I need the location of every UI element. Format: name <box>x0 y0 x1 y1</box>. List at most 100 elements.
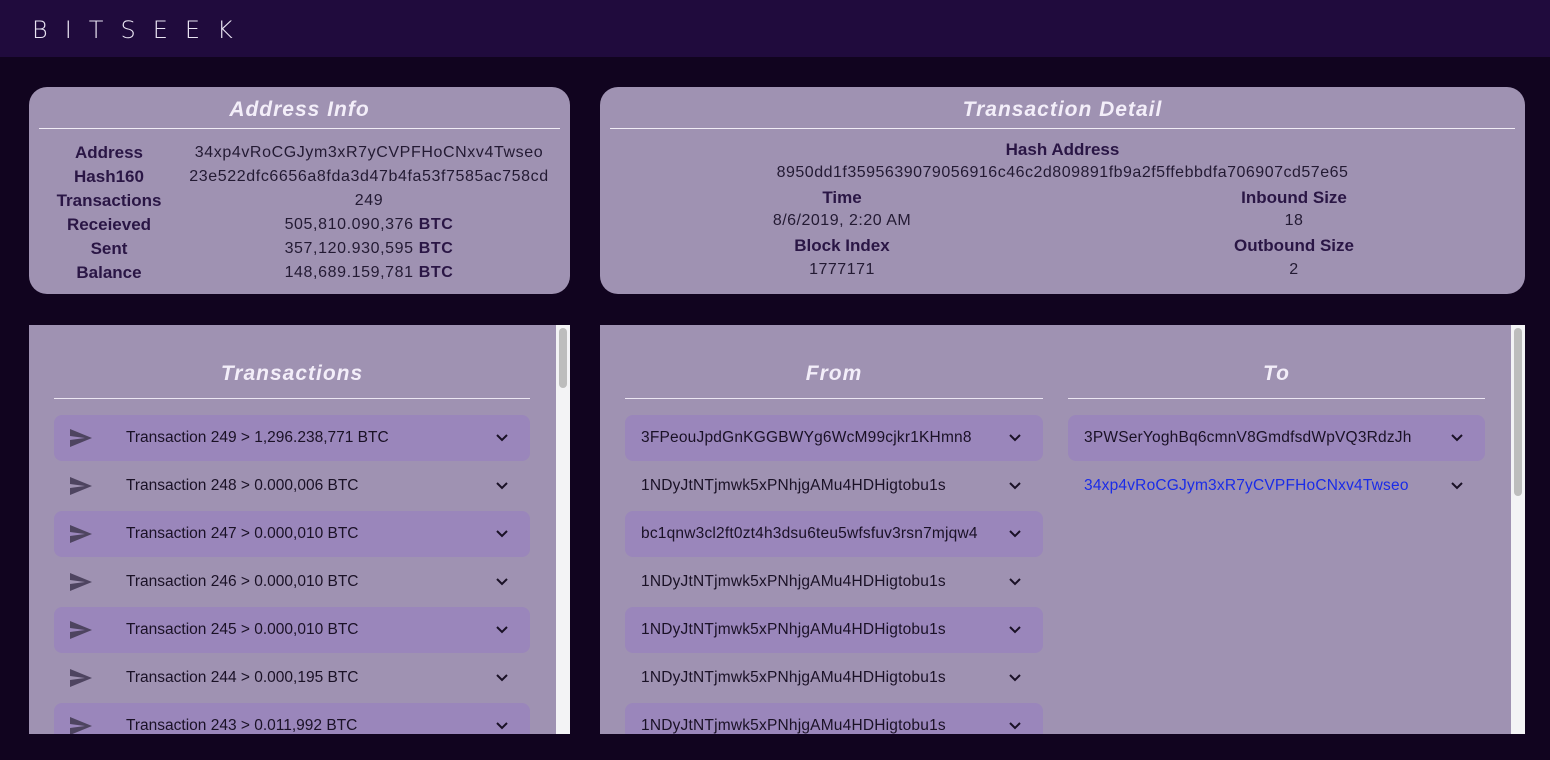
title-divider <box>39 128 560 129</box>
transaction-label: Transaction 245 > 0.000,010 BTC <box>126 621 359 638</box>
transaction-item[interactable]: Transaction 247 > 0.000,010 BTC <box>54 511 530 557</box>
from-address-label: 1NDyJtNTjmwk5xPNhjgAMu4HDHigtobu1s <box>641 477 946 494</box>
transaction-item[interactable]: Transaction 246 > 0.000,010 BTC <box>54 559 530 605</box>
send-icon <box>70 620 100 640</box>
from-address-label: 1NDyJtNTjmwk5xPNhjgAMu4HDHigtobu1s <box>641 573 946 590</box>
transactions-title: Transactions <box>220 362 364 385</box>
transaction-label: Transaction 243 > 0.011,992 BTC <box>126 717 358 734</box>
hash-address-label: Hash Address <box>1005 140 1120 159</box>
chevron-down-icon[interactable] <box>1447 476 1467 496</box>
to-address-item[interactable]: 3PWSerYoghBq6cmnV8GmdfsdWpVQ3RdzJh <box>1068 415 1485 461</box>
app-bar: BITSEEK <box>0 0 1550 57</box>
address-info-row: Hash160 23e522dfc6656a8fda3d47b4fa53f7585… <box>39 165 559 189</box>
send-icon <box>70 668 100 688</box>
info-value: 148,689.159,781 BTC <box>284 264 454 281</box>
address-info-card: Address Info Address 34xp4vRoCGJym3xR7yCV… <box>29 87 570 294</box>
transaction-label: Transaction 244 > 0.000,195 BTC <box>126 669 359 686</box>
transaction-label: Transaction 248 > 0.000,006 BTC <box>126 477 359 494</box>
transaction-item[interactable]: Transaction 245 > 0.000,010 BTC <box>54 607 530 653</box>
to-address-item[interactable]: 34xp4vRoCGJym3xR7yCVPFHoCNxv4Twseo <box>1068 463 1485 509</box>
transaction-label: Transaction 249 > 1,296.238,771 BTC <box>126 429 389 446</box>
block-index-value: 1777171 <box>809 261 875 278</box>
transaction-item[interactable]: Transaction 244 > 0.000,195 BTC <box>54 655 530 701</box>
info-value: 505,810.090,376 BTC <box>284 216 454 233</box>
hash-address-value: 8950dd1f3595639079056916c46c2d809891fb9a… <box>776 164 1349 181</box>
title-divider <box>610 128 1515 129</box>
from-address-item[interactable]: 1NDyJtNTjmwk5xPNhjgAMu4HDHigtobu1s <box>625 607 1043 653</box>
transaction-item[interactable]: Transaction 249 > 1,296.238,771 BTC <box>54 415 530 461</box>
from-title: From <box>805 362 863 385</box>
from-address-item[interactable]: 1NDyJtNTjmwk5xPNhjgAMu4HDHigtobu1s <box>625 703 1043 734</box>
info-label: Sent <box>90 239 128 258</box>
address-info-row: Balance 148,689.159,781 BTC <box>39 261 559 285</box>
from-address-label: bc1qnw3cl2ft0zt4h3dsu6teu5wfsfuv3rsn7mjq… <box>641 525 978 542</box>
send-icon <box>70 572 100 592</box>
chevron-down-icon[interactable] <box>492 668 512 688</box>
chevron-down-icon[interactable] <box>1005 620 1025 640</box>
info-label: Hash160 <box>74 167 144 186</box>
from-address-label: 3FPeouJpdGnKGGBWYg6WcM99cjkr1KHmn8 <box>641 429 972 446</box>
time-label: Time <box>822 188 862 207</box>
transactions-panel: Transactions Transaction 249 > 1,296.238… <box>29 325 570 734</box>
send-icon <box>70 476 100 496</box>
address-info-title: Address Info <box>229 98 370 121</box>
transaction-label: Transaction 246 > 0.000,010 BTC <box>126 573 359 590</box>
info-label: Balance <box>76 263 142 282</box>
chevron-down-icon[interactable] <box>1005 476 1025 496</box>
chevron-down-icon[interactable] <box>492 716 512 734</box>
transaction-item[interactable]: Transaction 248 > 0.000,006 BTC <box>54 463 530 509</box>
chevron-down-icon[interactable] <box>492 620 512 640</box>
chevron-down-icon[interactable] <box>492 572 512 592</box>
from-address-item[interactable]: bc1qnw3cl2ft0zt4h3dsu6teu5wfsfuv3rsn7mjq… <box>625 511 1043 557</box>
chevron-down-icon[interactable] <box>1005 572 1025 592</box>
address-info-row: Sent 357,120.930,595 BTC <box>39 237 559 261</box>
info-value: 23e522dfc6656a8fda3d47b4fa53f7585ac758cd <box>189 168 549 185</box>
from-address-label: 1NDyJtNTjmwk5xPNhjgAMu4HDHigtobu1s <box>641 669 946 686</box>
chevron-down-icon[interactable] <box>1005 524 1025 544</box>
from-to-panel: From To 3FPeouJpdGnKGGBWYg6WcM99cjkr1KHm… <box>600 325 1525 734</box>
inbound-size-label: Inbound Size <box>1241 188 1347 207</box>
from-address-item[interactable]: 1NDyJtNTjmwk5xPNhjgAMu4HDHigtobu1s <box>625 655 1043 701</box>
from-address-item[interactable]: 1NDyJtNTjmwk5xPNhjgAMu4HDHigtobu1s <box>625 559 1043 605</box>
brand-logo[interactable]: BITSEEK <box>32 16 250 44</box>
from-address-item[interactable]: 1NDyJtNTjmwk5xPNhjgAMu4HDHigtobu1s <box>625 463 1043 509</box>
chevron-down-icon[interactable] <box>492 524 512 544</box>
to-address-label[interactable]: 34xp4vRoCGJym3xR7yCVPFHoCNxv4Twseo <box>1068 477 1447 495</box>
chevron-down-icon[interactable] <box>1005 716 1025 734</box>
from-address-label: 1NDyJtNTjmwk5xPNhjgAMu4HDHigtobu1s <box>641 621 946 638</box>
currency-unit: BTC <box>418 264 454 281</box>
transaction-label: Transaction 247 > 0.000,010 BTC <box>126 525 359 542</box>
send-icon <box>70 524 100 544</box>
from-address-item[interactable]: 3FPeouJpdGnKGGBWYg6WcM99cjkr1KHmn8 <box>625 415 1043 461</box>
scrollbar-thumb[interactable] <box>1514 328 1522 496</box>
info-value: 357,120.930,595 BTC <box>284 240 454 257</box>
time-value: 8/6/2019, 2:20 AM <box>772 212 912 229</box>
address-info-grid: Address 34xp4vRoCGJym3xR7yCVPFHoCNxv4Twse… <box>39 141 559 285</box>
info-label: Address <box>74 143 144 162</box>
chevron-down-icon[interactable] <box>492 476 512 496</box>
info-label: Transactions <box>56 191 162 210</box>
chevron-down-icon[interactable] <box>1447 428 1467 448</box>
from-address-label: 1NDyJtNTjmwk5xPNhjgAMu4HDHigtobu1s <box>641 717 946 734</box>
send-icon <box>70 428 100 448</box>
scrollbar-thumb[interactable] <box>559 328 567 388</box>
chevron-down-icon[interactable] <box>1005 428 1025 448</box>
inbound-size-value: 18 <box>1284 212 1304 229</box>
address-info-row: Address 34xp4vRoCGJym3xR7yCVPFHoCNxv4Twse… <box>39 141 559 165</box>
info-label: Receieved <box>66 215 152 234</box>
block-index-label: Block Index <box>794 236 890 255</box>
currency-unit: BTC <box>418 216 454 233</box>
transactions-scrollbar[interactable] <box>556 325 570 734</box>
from-to-scrollbar[interactable] <box>1511 325 1525 734</box>
to-title: To <box>1263 362 1290 385</box>
section-divider <box>625 398 1043 399</box>
chevron-down-icon[interactable] <box>1005 668 1025 688</box>
outbound-size-value: 2 <box>1289 261 1299 278</box>
chevron-down-icon[interactable] <box>492 428 512 448</box>
transaction-detail-card: Transaction Detail Hash Address 8950dd1f… <box>600 87 1525 294</box>
info-value: 249 <box>354 192 384 209</box>
currency-unit: BTC <box>418 240 454 257</box>
transaction-detail-title: Transaction Detail <box>962 98 1163 121</box>
address-info-row: Receieved 505,810.090,376 BTC <box>39 213 559 237</box>
transaction-item[interactable]: Transaction 243 > 0.011,992 BTC <box>54 703 530 734</box>
